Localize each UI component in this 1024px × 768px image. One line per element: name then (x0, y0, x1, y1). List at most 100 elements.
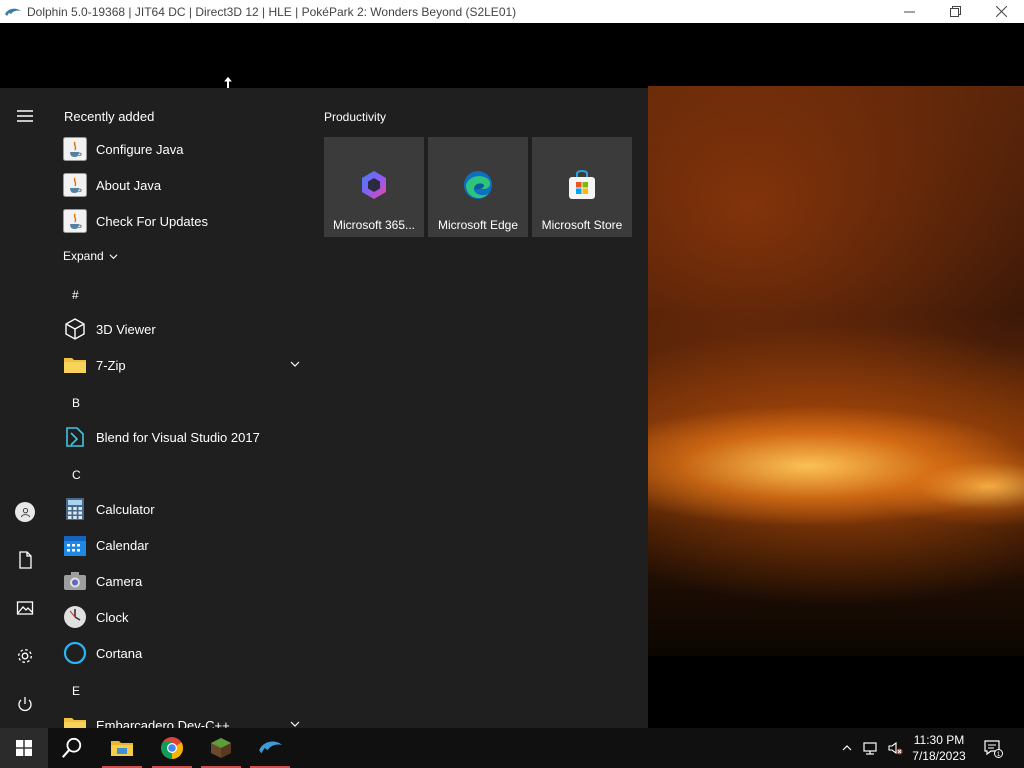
group-letter-c[interactable]: C (72, 468, 81, 482)
chevron-down-icon[interactable] (290, 719, 300, 728)
app-item-embarcadero[interactable]: Embarcadero Dev-C++ (62, 707, 308, 728)
chrome-icon (161, 737, 183, 759)
taskbar-minecraft[interactable] (197, 728, 245, 768)
app-label: Calendar (96, 537, 149, 553)
hamburger-icon (17, 110, 33, 122)
taskbar-clock[interactable]: 11:30 PM 7/18/2023 (905, 732, 973, 764)
cortana-icon (62, 640, 88, 666)
java-icon (62, 136, 88, 162)
calculator-icon (62, 496, 88, 522)
group-letter-b[interactable]: B (72, 396, 80, 410)
app-label: Clock (96, 609, 129, 625)
app-item-7zip[interactable]: 7-Zip (62, 347, 308, 383)
minimize-button[interactable] (886, 0, 932, 23)
start-left-rail (0, 88, 50, 728)
3d-viewer-icon (62, 316, 88, 342)
volume-button[interactable] (884, 728, 906, 768)
volume-muted-icon (888, 741, 903, 755)
windows-logo-icon (16, 740, 32, 756)
documents-button[interactable] (0, 538, 50, 582)
chevron-down-icon[interactable] (290, 359, 300, 369)
folder-icon (62, 352, 88, 378)
app-item-3d-viewer[interactable]: 3D Viewer (62, 311, 308, 347)
restore-button[interactable] (932, 0, 978, 23)
group-letter-hash[interactable]: # (72, 288, 79, 302)
action-center-button[interactable]: 1 (980, 728, 1006, 768)
java-icon (62, 208, 88, 234)
app-label: Embarcadero Dev-C++ (96, 717, 230, 729)
all-apps-list: Recently added Configure Java About Java… (50, 88, 308, 728)
window-title-bar[interactable]: Dolphin 5.0-19368 | JIT64 DC | Direct3D … (0, 0, 1024, 23)
account-button[interactable] (0, 490, 50, 534)
power-icon (18, 697, 32, 712)
app-item-configure-java[interactable]: Configure Java (62, 131, 308, 167)
calendar-icon (62, 532, 88, 558)
app-item-check-for-updates[interactable]: Check For Updates (62, 203, 308, 239)
tile-label: Microsoft Store (541, 218, 623, 232)
app-item-cortana[interactable]: Cortana (62, 635, 308, 671)
app-label: Cortana (96, 645, 143, 661)
clock-date: 7/18/2023 (912, 749, 966, 763)
taskbar-chrome[interactable] (148, 728, 196, 768)
settings-button[interactable] (0, 634, 50, 678)
expand-label: Expand (63, 249, 104, 263)
game-scene-image (648, 86, 1024, 656)
app-label: Blend for Visual Studio 2017 (96, 429, 260, 445)
chevron-down-icon (109, 253, 118, 259)
power-button[interactable] (0, 682, 50, 726)
tile-microsoft-edge[interactable]: Microsoft Edge (428, 137, 528, 237)
taskbar-dolphin[interactable] (246, 728, 294, 768)
clock-time: 11:30 PM (913, 733, 965, 747)
app-item-about-java[interactable]: About Java (62, 167, 308, 203)
close-button[interactable] (978, 0, 1024, 23)
document-icon (19, 551, 32, 569)
taskbar-file-explorer[interactable] (98, 728, 146, 768)
search-button[interactable] (48, 728, 96, 768)
group-letter-e[interactable]: E (72, 684, 80, 698)
app-item-blend[interactable]: Blend for Visual Studio 2017 (62, 419, 308, 455)
hamburger-menu-button[interactable] (0, 94, 50, 138)
store-icon (569, 169, 595, 199)
network-button[interactable] (860, 728, 882, 768)
pinned-tiles-area: Productivity Microsoft 365... Microsoft … (324, 88, 648, 728)
picture-icon (16, 601, 34, 615)
microsoft-365-icon (362, 171, 386, 199)
dolphin-icon (5, 8, 21, 16)
app-label: 3D Viewer (96, 321, 156, 337)
java-icon (62, 172, 88, 198)
recently-added-heading: Recently added (64, 109, 155, 124)
chevron-up-icon (842, 745, 852, 751)
pictures-button[interactable] (0, 586, 50, 630)
folder-icon (62, 712, 88, 728)
minimize-icon (903, 11, 915, 13)
restore-icon (949, 6, 961, 17)
tile-microsoft-365[interactable]: Microsoft 365... (324, 137, 424, 237)
tile-label: Microsoft 365... (332, 218, 416, 232)
minecraft-icon (211, 738, 231, 758)
clock-icon (62, 604, 88, 630)
app-label: 7-Zip (96, 357, 126, 373)
search-icon (62, 737, 82, 758)
network-icon (863, 742, 877, 755)
app-item-calculator[interactable]: Calculator (62, 491, 308, 527)
start-button[interactable] (0, 728, 48, 768)
app-label: About Java (96, 177, 162, 193)
start-menu: Recently added Configure Java About Java… (0, 88, 648, 728)
taskbar: 11:30 PM 7/18/2023 1 (0, 728, 1024, 768)
notification-icon: 1 (984, 740, 1003, 758)
app-label: Camera (96, 573, 143, 589)
tile-label: Microsoft Edge (437, 218, 519, 232)
camera-icon (62, 568, 88, 594)
user-avatar-icon (15, 502, 35, 522)
app-label: Calculator (96, 501, 155, 517)
tile-microsoft-store[interactable]: Microsoft Store (532, 137, 632, 237)
tiles-group-heading[interactable]: Productivity (324, 110, 386, 124)
window-title: Dolphin 5.0-19368 | JIT64 DC | Direct3D … (27, 4, 517, 19)
expand-recent-button[interactable]: Expand (63, 249, 118, 263)
app-label: Configure Java (96, 141, 184, 157)
show-hidden-icons-button[interactable] (838, 728, 856, 768)
app-item-calendar[interactable]: Calendar (62, 527, 308, 563)
blend-icon (62, 424, 88, 450)
app-item-camera[interactable]: Camera (62, 563, 308, 599)
app-item-clock[interactable]: Clock (62, 599, 308, 635)
